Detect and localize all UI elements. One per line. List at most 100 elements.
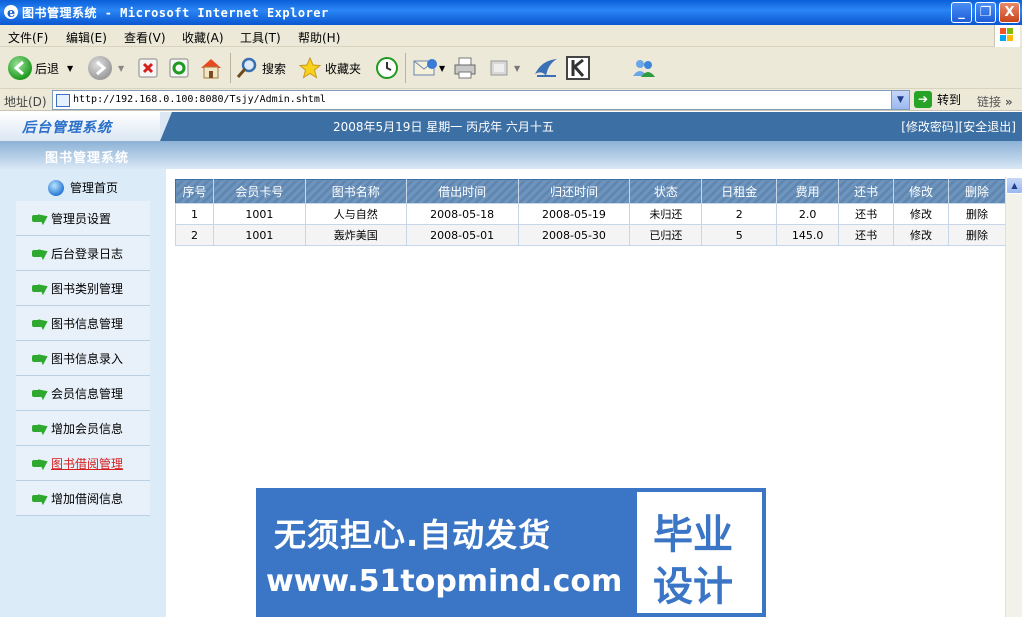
sidebar-item-label: 图书借阅管理 [51, 456, 124, 471]
edit-button[interactable]: ▼ [488, 54, 520, 82]
mail-icon [413, 59, 437, 76]
green-arrow-icon [32, 282, 50, 294]
mail-dropdown-icon[interactable]: ▼ [439, 64, 445, 73]
users-icon [633, 60, 655, 77]
sidebar-item-admin-settings[interactable]: 管理员设置 [16, 201, 150, 236]
home-icon [201, 59, 221, 79]
cell-index: 2 [175, 224, 214, 246]
refresh-button[interactable] [168, 54, 190, 82]
watermark-slogan: 无须担心.自动发货 [274, 516, 552, 554]
header-actions: [修改密码][安全退出] [901, 118, 1016, 135]
return-book-link[interactable]: 还书 [838, 224, 895, 246]
forward-dropdown-icon[interactable]: ▼ [118, 64, 124, 73]
menu-bar: 文件(F) 编辑(E) 查看(V) 收藏(A) 工具(T) 帮助(H) [0, 25, 1022, 47]
back-button[interactable]: 后退 ▼ [8, 54, 73, 82]
go-arrow-icon: ➔ [914, 91, 932, 108]
sidebar-item-label: 管理员设置 [51, 211, 112, 226]
toolbar-separator [230, 53, 231, 83]
change-password-link[interactable]: [修改密码] [901, 120, 958, 134]
vertical-scrollbar[interactable]: ▲ [1005, 177, 1022, 617]
column-header: 图书名称 [305, 179, 407, 204]
sidebar-home-label: 管理首页 [70, 181, 119, 195]
menu-tools[interactable]: 工具(T) [240, 29, 281, 46]
svg-text:e: e [7, 6, 15, 20]
restore-button[interactable]: ❐ [975, 2, 996, 23]
menu-favorites[interactable]: 收藏(A) [182, 29, 224, 46]
close-button[interactable]: X [999, 2, 1020, 23]
column-header: 会员卡号 [213, 179, 306, 204]
home-button[interactable] [198, 54, 224, 82]
address-bar: 地址(D) http://192.168.0.100:8080/Tsjy/Adm… [0, 89, 1022, 111]
column-header: 修改 [893, 179, 949, 204]
sidebar-menu: 管理员设置 后台登录日志 图书类别管理 图书信息管理 图书信息录入 会员信息管理… [16, 201, 150, 516]
forward-arrow-icon [88, 56, 112, 80]
links-label: 链接 [977, 95, 1002, 109]
messenger-button[interactable] [532, 54, 560, 82]
green-arrow-icon [32, 422, 50, 434]
window-title: 图书管理系统 - Microsoft Internet Explorer [22, 6, 329, 20]
sidebar-item-book-management[interactable]: 图书信息管理 [16, 306, 150, 341]
go-button[interactable]: ➔ 转到 [914, 91, 961, 108]
sidebar-item-add-member[interactable]: 增加会员信息 [16, 411, 150, 446]
window-title-bar: e 图书管理系统 - Microsoft Internet Explorer _… [0, 0, 1022, 25]
print-button[interactable] [452, 54, 478, 82]
k-app-icon [566, 56, 590, 80]
watermark-badge: 毕业 设计 [633, 488, 766, 617]
history-button[interactable] [374, 54, 400, 82]
minimize-button[interactable]: _ [951, 2, 972, 23]
menu-view[interactable]: 查看(V) [124, 29, 166, 46]
edit-dropdown-icon[interactable]: ▼ [514, 64, 520, 73]
edit-link[interactable]: 修改 [893, 203, 949, 225]
globe-icon [48, 179, 64, 196]
cell-return-date: 2008-05-19 [517, 203, 631, 225]
sidebar-item-category-management[interactable]: 图书类别管理 [16, 271, 150, 306]
cell-daily-rent: 5 [701, 224, 778, 246]
cell-status: 未归还 [629, 203, 703, 225]
borrow-table: 序号 会员卡号 图书名称 借出时间 归还时间 状态 日租金 费用 还书 修改 删… [175, 179, 1007, 246]
sidebar-item-label: 图书类别管理 [51, 281, 124, 296]
return-book-link[interactable]: 还书 [838, 203, 895, 225]
mail-button[interactable]: ▼ [412, 54, 445, 82]
back-arrow-icon [8, 56, 32, 80]
chevron-right-icon: » [1004, 95, 1013, 109]
sidebar-item-label: 会员信息管理 [51, 386, 124, 401]
sidebar-item-add-borrow[interactable]: 增加借阅信息 [16, 481, 150, 516]
cell-book-name: 轰炸美国 [304, 224, 407, 246]
users-button[interactable] [630, 54, 658, 82]
address-dropdown-icon[interactable]: ▼ [891, 91, 909, 109]
sidebar-item-book-entry[interactable]: 图书信息录入 [16, 341, 150, 376]
favorites-button[interactable]: 收藏夹 [298, 54, 361, 82]
forward-button[interactable]: ▼ [88, 54, 124, 82]
menu-file[interactable]: 文件(F) [8, 29, 48, 46]
menu-edit[interactable]: 编辑(E) [66, 29, 107, 46]
logout-link[interactable]: [安全退出] [959, 120, 1016, 134]
sidebar-item-borrow-management[interactable]: 图书借阅管理 [16, 446, 150, 481]
links-button[interactable]: 链接 » [977, 93, 1013, 110]
sidebar-home[interactable]: 管理首页 [48, 179, 118, 196]
menu-help[interactable]: 帮助(H) [298, 29, 340, 46]
cell-daily-rent: 2 [701, 203, 778, 225]
delete-link[interactable]: 删除 [947, 224, 1007, 246]
delete-link[interactable]: 删除 [947, 203, 1007, 225]
green-arrow-icon [32, 212, 50, 224]
edit-page-icon [490, 60, 508, 76]
k-button[interactable] [566, 54, 590, 82]
address-label: 地址(D) [4, 95, 47, 109]
sidebar-item-member-management[interactable]: 会员信息管理 [16, 376, 150, 411]
column-header: 日租金 [701, 179, 778, 204]
green-arrow-icon [32, 492, 50, 504]
admin-logo-text: 后台管理系统 [22, 120, 112, 136]
edit-link[interactable]: 修改 [893, 224, 949, 246]
scroll-up-icon[interactable]: ▲ [1006, 177, 1022, 194]
refresh-icon [169, 58, 189, 78]
stop-icon [138, 58, 158, 78]
search-button[interactable]: 搜索 [235, 54, 286, 82]
toolbar-separator [405, 53, 406, 83]
sidebar-item-login-log[interactable]: 后台登录日志 [16, 236, 150, 271]
table-row: 2 1001 轰炸美国 2008-05-01 2008-05-30 已归还 5 … [175, 224, 1007, 246]
address-input[interactable]: http://192.168.0.100:8080/Tsjy/Admin.sht… [52, 90, 910, 110]
page-header: 后台管理系统 2008年5月19日 星期一 丙戌年 六月十五 [修改密码][安全… [0, 112, 1022, 141]
back-dropdown-icon[interactable]: ▼ [67, 64, 73, 73]
stop-button[interactable] [137, 54, 159, 82]
star-icon [298, 56, 322, 79]
